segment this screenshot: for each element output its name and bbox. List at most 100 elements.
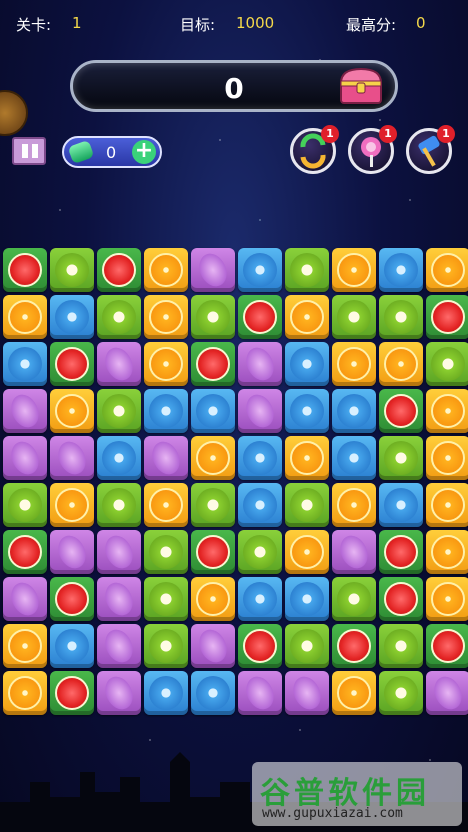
orange-tile[interactable] — [3, 624, 47, 668]
grape-tile[interactable] — [50, 530, 94, 574]
kiwi-tile[interactable] — [97, 295, 141, 339]
lollipop-tool-button[interactable]: 1 — [348, 125, 397, 174]
grape-tile[interactable] — [191, 248, 235, 292]
blueberry-tile[interactable] — [332, 436, 376, 480]
blueberry-tile[interactable] — [285, 389, 329, 433]
gem-counter[interactable]: 0 + — [62, 136, 162, 168]
watermelon-tile[interactable] — [238, 295, 282, 339]
kiwi-tile[interactable] — [379, 295, 423, 339]
kiwi-tile[interactable] — [191, 483, 235, 527]
kiwi-tile[interactable] — [379, 624, 423, 668]
orange-tile[interactable] — [332, 342, 376, 386]
orange-tile[interactable] — [285, 436, 329, 480]
kiwi-tile[interactable] — [144, 530, 188, 574]
blueberry-tile[interactable] — [144, 389, 188, 433]
kiwi-tile[interactable] — [426, 342, 468, 386]
watermelon-tile[interactable] — [191, 530, 235, 574]
hammer-tool-button[interactable]: 1 — [406, 125, 455, 174]
grape-tile[interactable] — [238, 671, 282, 715]
blueberry-tile[interactable] — [97, 436, 141, 480]
orange-tile[interactable] — [379, 342, 423, 386]
watermelon-tile[interactable] — [379, 530, 423, 574]
watermelon-tile[interactable] — [191, 342, 235, 386]
grape-tile[interactable] — [144, 436, 188, 480]
orange-tile[interactable] — [426, 577, 468, 621]
blueberry-tile[interactable] — [238, 436, 282, 480]
kiwi-tile[interactable] — [144, 577, 188, 621]
orange-tile[interactable] — [50, 483, 94, 527]
blueberry-tile[interactable] — [379, 248, 423, 292]
orange-tile[interactable] — [332, 483, 376, 527]
orange-tile[interactable] — [426, 248, 468, 292]
orange-tile[interactable] — [426, 483, 468, 527]
orange-tile[interactable] — [144, 295, 188, 339]
blueberry-tile[interactable] — [50, 624, 94, 668]
kiwi-tile[interactable] — [379, 436, 423, 480]
watermelon-tile[interactable] — [50, 342, 94, 386]
watermelon-tile[interactable] — [3, 530, 47, 574]
blueberry-tile[interactable] — [3, 342, 47, 386]
watermelon-tile[interactable] — [50, 671, 94, 715]
pause-button[interactable] — [12, 137, 46, 165]
grape-tile[interactable] — [97, 577, 141, 621]
grape-tile[interactable] — [238, 389, 282, 433]
orange-tile[interactable] — [285, 295, 329, 339]
grape-tile[interactable] — [3, 389, 47, 433]
watermelon-tile[interactable] — [379, 389, 423, 433]
orange-tile[interactable] — [285, 530, 329, 574]
orange-tile[interactable] — [332, 248, 376, 292]
watermelon-tile[interactable] — [426, 624, 468, 668]
kiwi-tile[interactable] — [238, 530, 282, 574]
grape-tile[interactable] — [191, 624, 235, 668]
grape-tile[interactable] — [97, 342, 141, 386]
grape-tile[interactable] — [3, 577, 47, 621]
blueberry-tile[interactable] — [379, 483, 423, 527]
watermelon-tile[interactable] — [238, 624, 282, 668]
grape-tile[interactable] — [97, 671, 141, 715]
kiwi-tile[interactable] — [285, 624, 329, 668]
orange-tile[interactable] — [426, 530, 468, 574]
grape-tile[interactable] — [332, 530, 376, 574]
grape-tile[interactable] — [97, 624, 141, 668]
blueberry-tile[interactable] — [238, 577, 282, 621]
kiwi-tile[interactable] — [3, 483, 47, 527]
orange-tile[interactable] — [3, 671, 47, 715]
kiwi-tile[interactable] — [285, 483, 329, 527]
blueberry-tile[interactable] — [285, 342, 329, 386]
orange-tile[interactable] — [50, 389, 94, 433]
kiwi-tile[interactable] — [191, 295, 235, 339]
kiwi-tile[interactable] — [285, 248, 329, 292]
blueberry-tile[interactable] — [144, 671, 188, 715]
shuffle-tool-button[interactable]: 1 — [290, 125, 339, 174]
watermelon-tile[interactable] — [50, 577, 94, 621]
watermelon-tile[interactable] — [426, 295, 468, 339]
kiwi-tile[interactable] — [144, 624, 188, 668]
blueberry-tile[interactable] — [238, 483, 282, 527]
watermelon-tile[interactable] — [379, 577, 423, 621]
orange-tile[interactable] — [191, 577, 235, 621]
kiwi-tile[interactable] — [50, 248, 94, 292]
grape-tile[interactable] — [426, 671, 468, 715]
blueberry-tile[interactable] — [191, 671, 235, 715]
watermelon-tile[interactable] — [97, 248, 141, 292]
grape-tile[interactable] — [3, 436, 47, 480]
watermelon-tile[interactable] — [3, 248, 47, 292]
kiwi-tile[interactable] — [332, 577, 376, 621]
orange-tile[interactable] — [144, 248, 188, 292]
grape-tile[interactable] — [50, 436, 94, 480]
grape-tile[interactable] — [238, 342, 282, 386]
grape-tile[interactable] — [285, 671, 329, 715]
orange-tile[interactable] — [332, 671, 376, 715]
orange-tile[interactable] — [144, 342, 188, 386]
kiwi-tile[interactable] — [97, 483, 141, 527]
kiwi-tile[interactable] — [332, 295, 376, 339]
orange-tile[interactable] — [426, 389, 468, 433]
kiwi-tile[interactable] — [379, 671, 423, 715]
blueberry-tile[interactable] — [191, 389, 235, 433]
side-icon[interactable] — [0, 90, 28, 136]
blueberry-tile[interactable] — [50, 295, 94, 339]
kiwi-tile[interactable] — [97, 389, 141, 433]
add-gems-button[interactable]: + — [132, 140, 156, 164]
orange-tile[interactable] — [191, 436, 235, 480]
orange-tile[interactable] — [426, 436, 468, 480]
